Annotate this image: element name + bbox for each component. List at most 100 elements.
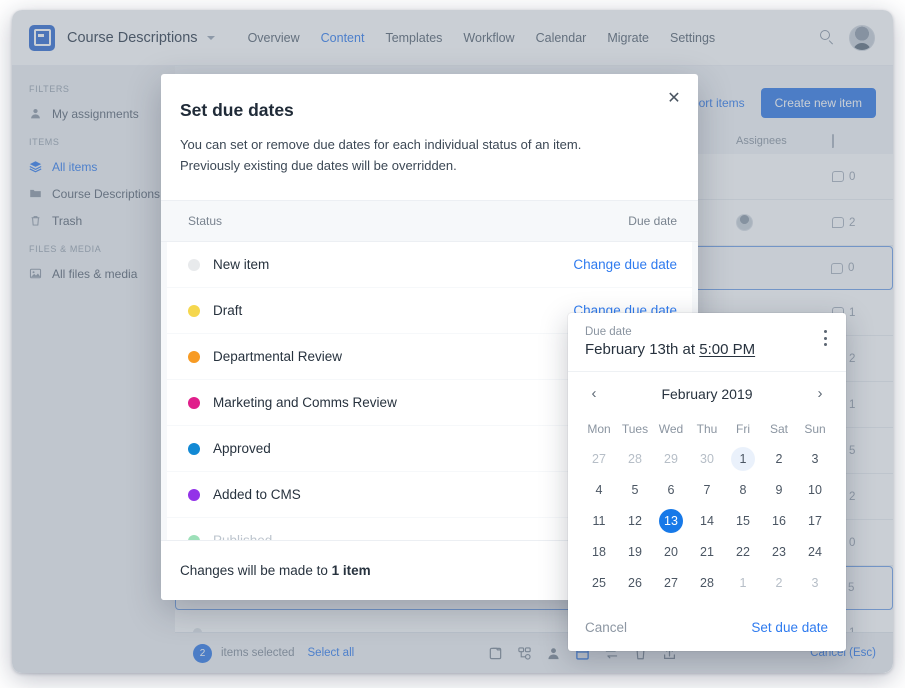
weekday-label: Thu <box>696 422 718 436</box>
calendar-day-number: 11 <box>592 513 606 528</box>
calendar-day[interactable]: 1 <box>725 567 761 598</box>
calendar-day-number: 3 <box>811 451 819 466</box>
calendar-day[interactable]: 22 <box>725 536 761 567</box>
calendar-day-number: 8 <box>739 482 747 497</box>
calendar-day[interactable]: 3 <box>797 567 833 598</box>
modal-footer-count: 1 item <box>331 563 371 578</box>
calendar-day[interactable]: 28 <box>689 567 725 598</box>
calendar-day-selected[interactable]: 13 <box>653 505 689 536</box>
close-icon[interactable]: ✕ <box>662 87 686 111</box>
status-name: Approved <box>213 441 271 456</box>
weekday-label: Tues <box>621 422 649 436</box>
calendar-day[interactable]: 17 <box>797 505 833 536</box>
calendar-day-number: 9 <box>775 482 783 497</box>
calendar-day-number: 25 <box>592 575 606 590</box>
calendar-day[interactable]: 1 <box>725 443 761 474</box>
calendar-day[interactable]: 30 <box>689 443 725 474</box>
calendar-day[interactable]: 24 <box>797 536 833 567</box>
calendar-day[interactable]: 6 <box>653 474 689 505</box>
calendar-day[interactable]: 26 <box>617 567 653 598</box>
status-color-dot <box>188 304 200 317</box>
calendar-day[interactable]: 14 <box>689 505 725 536</box>
calendar-day-number: 22 <box>736 544 750 559</box>
status-name: Draft <box>213 303 243 318</box>
calendar-day[interactable]: 21 <box>689 536 725 567</box>
calendar-day-number: 6 <box>667 482 675 497</box>
date-picker-header-label: Due date <box>585 326 632 338</box>
calendar-day[interactable]: 27 <box>581 443 617 474</box>
calendar-day-number: 3 <box>811 575 819 590</box>
calendar-day[interactable]: 8 <box>725 474 761 505</box>
calendar-day-number: 1 <box>739 575 747 590</box>
weekday-label: Sat <box>769 422 788 436</box>
calendar-day[interactable]: 12 <box>617 505 653 536</box>
status-color-dot <box>188 258 200 271</box>
calendar-day-number: 21 <box>700 544 714 559</box>
calendar-day-number: 2 <box>775 451 783 466</box>
date-picker-month-label: February 2019 <box>661 385 753 402</box>
modal-title: Set due dates <box>180 100 294 120</box>
calendar-day-number: 12 <box>628 513 642 528</box>
status-name: Added to CMS <box>213 487 301 502</box>
calendar-day-number: 18 <box>592 544 606 559</box>
status-color-dot <box>188 350 200 363</box>
calendar-day-number: 5 <box>631 482 639 497</box>
due-date-column-label: Due date <box>628 214 677 228</box>
calendar-day-number: 23 <box>772 544 786 559</box>
status-name: New item <box>213 257 270 272</box>
modal-footer-prefix: Changes will be made to <box>180 563 332 578</box>
calendar-day-number: 19 <box>628 544 642 559</box>
calendar-day[interactable]: 20 <box>653 536 689 567</box>
weekday-label: Fri <box>736 422 750 436</box>
calendar-day-number: 2 <box>775 575 783 590</box>
calendar-day[interactable]: 7 <box>689 474 725 505</box>
calendar-day-number: 15 <box>736 513 750 528</box>
calendar-day[interactable]: 25 <box>581 567 617 598</box>
calendar-day[interactable]: 2 <box>761 567 797 598</box>
date-picker-month-nav: ‹ February 2019 › <box>568 372 846 415</box>
calendar-day-number: 27 <box>592 451 606 466</box>
calendar-day[interactable]: 27 <box>653 567 689 598</box>
calendar-day-number: 20 <box>664 544 678 559</box>
calendar-day[interactable]: 10 <box>797 474 833 505</box>
calendar-week-row: 27 28 29 30 1 2 3 <box>581 443 833 474</box>
change-due-date-link[interactable]: Change due date <box>573 257 677 272</box>
calendar-day[interactable]: 11 <box>581 505 617 536</box>
weekday-label: Wed <box>658 422 684 436</box>
calendar-week-row: 18 19 20 21 22 23 24 <box>581 536 833 567</box>
calendar-day-number: 7 <box>703 482 711 497</box>
calendar-day[interactable]: 2 <box>761 443 797 474</box>
modal-description-line-1: You can set or remove due dates for each… <box>180 137 582 152</box>
calendar-day-number: 10 <box>808 482 822 497</box>
due-date-picker-popover: Due date February 13th at 5:00 PM ‹ Febr… <box>568 313 846 651</box>
date-picker-footer: Cancel Set due date <box>568 604 846 651</box>
calendar-day[interactable]: 5 <box>617 474 653 505</box>
modal-description-line-2: Previously existing due dates will be ov… <box>180 158 457 173</box>
calendar-day-number: 27 <box>664 575 678 590</box>
calendar-day[interactable]: 16 <box>761 505 797 536</box>
calendar-day-number: 28 <box>628 451 642 466</box>
more-vertical-icon[interactable] <box>818 330 832 346</box>
calendar-day[interactable]: 4 <box>581 474 617 505</box>
status-list-header: Status Due date <box>161 200 698 242</box>
modal-description: You can set or remove due dates for each… <box>161 121 698 176</box>
weekday-label: Mon <box>587 422 611 436</box>
chevron-left-icon[interactable]: ‹ <box>586 386 602 402</box>
calendar-day[interactable]: 3 <box>797 443 833 474</box>
date-picker-time-text[interactable]: 5:00 PM <box>699 341 755 358</box>
calendar-day[interactable]: 15 <box>725 505 761 536</box>
calendar-day[interactable]: 18 <box>581 536 617 567</box>
calendar-day[interactable]: 19 <box>617 536 653 567</box>
status-name: Departmental Review <box>213 349 343 364</box>
calendar-day[interactable]: 9 <box>761 474 797 505</box>
calendar-day-number: 17 <box>808 513 822 528</box>
calendar-day[interactable]: 29 <box>653 443 689 474</box>
app-window: Course Descriptions Overview Content Templ… <box>12 10 893 673</box>
calendar-day[interactable]: 23 <box>761 536 797 567</box>
status-color-dot <box>188 396 200 409</box>
calendar-day-number: 14 <box>700 513 714 528</box>
chevron-right-icon[interactable]: › <box>812 386 828 402</box>
calendar-day[interactable]: 28 <box>617 443 653 474</box>
date-picker-cancel-button[interactable]: Cancel <box>585 620 627 635</box>
date-picker-set-due-date-button[interactable]: Set due date <box>751 620 828 635</box>
